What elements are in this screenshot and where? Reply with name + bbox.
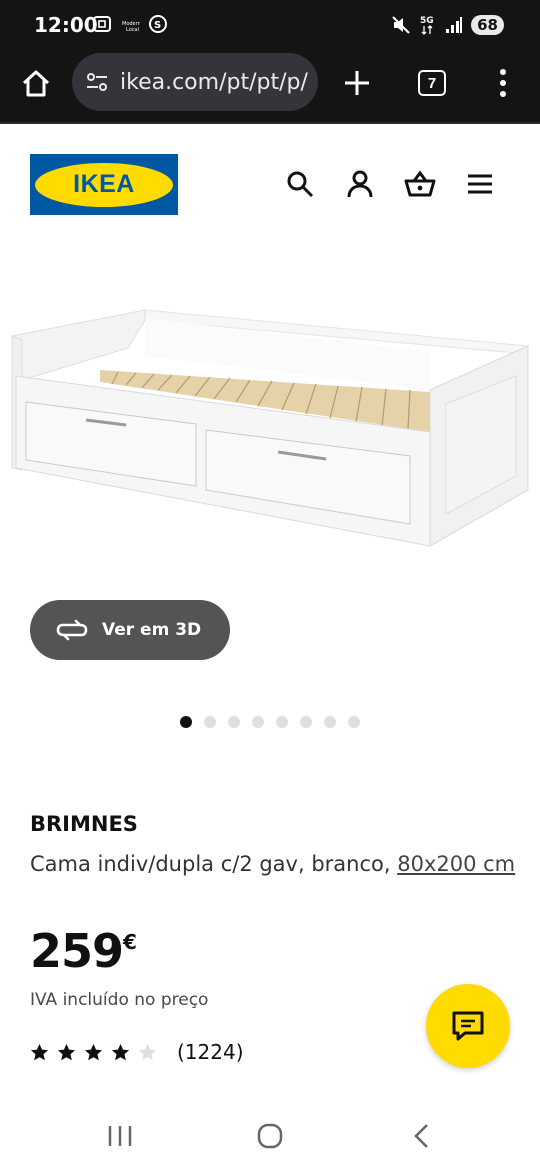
price-currency: € xyxy=(123,930,137,954)
account-icon[interactable] xyxy=(345,169,375,199)
address-bar[interactable]: ikea.com/pt/pt/p/ xyxy=(72,53,318,111)
product-rating[interactable]: (1224) xyxy=(30,1040,244,1064)
notification-icons: ModernoLocal S xyxy=(92,14,168,34)
chat-icon xyxy=(452,1011,484,1041)
carousel-dot[interactable] xyxy=(228,716,240,728)
rating-stars xyxy=(30,1043,157,1062)
browser-toolbar: ikea.com/pt/pt/p/ 7 xyxy=(0,50,540,124)
svg-text:Local: Local xyxy=(126,27,139,33)
price-value: 259 xyxy=(30,924,124,978)
home-nav-icon[interactable] xyxy=(256,1122,284,1150)
sync-icon: S xyxy=(149,15,167,33)
mute-icon xyxy=(392,16,410,34)
vat-note: IVA incluído no preço xyxy=(30,990,209,1010)
carousel-dot[interactable] xyxy=(276,716,288,728)
carousel-dot[interactable] xyxy=(204,716,216,728)
carousel-dot[interactable] xyxy=(180,716,192,728)
review-count: (1224) xyxy=(177,1040,244,1064)
recent-apps-icon[interactable] xyxy=(106,1124,134,1148)
site-header: IKEA xyxy=(0,124,540,244)
site-settings-icon[interactable] xyxy=(84,69,110,95)
carousel-dot[interactable] xyxy=(324,716,336,728)
product-size-link[interactable]: 80x200 cm xyxy=(397,852,515,876)
svg-text:S: S xyxy=(154,20,161,31)
ikea-logo-text: IKEA xyxy=(35,162,173,207)
svg-text:5G: 5G xyxy=(420,16,434,26)
status-time: 12:00 xyxy=(34,13,98,37)
carousel-dot[interactable] xyxy=(348,716,360,728)
product-description: Cama indiv/dupla c/2 gav, branco, 80x200… xyxy=(30,846,520,882)
battery-indicator: 68 xyxy=(471,15,504,35)
new-tab-icon[interactable] xyxy=(342,68,372,98)
ikea-logo[interactable]: IKEA xyxy=(30,154,178,215)
image-carousel-dots xyxy=(180,716,360,728)
star-filled-icon xyxy=(111,1043,130,1060)
star-filled-icon xyxy=(57,1043,76,1060)
menu-icon[interactable] xyxy=(466,169,494,199)
signal-icon xyxy=(446,17,463,33)
network-5g-icon: 5G xyxy=(420,16,434,35)
basket-icon[interactable] xyxy=(404,169,436,199)
more-menu-icon[interactable] xyxy=(492,67,514,99)
star-filled-icon xyxy=(84,1043,103,1060)
product-name: BRIMNES xyxy=(30,812,138,836)
star-filled-icon xyxy=(30,1043,49,1060)
home-icon[interactable] xyxy=(20,68,52,100)
search-icon[interactable] xyxy=(285,169,315,199)
screenshot-icon xyxy=(93,16,111,32)
product-image[interactable] xyxy=(0,300,540,560)
status-bar: 12:00 ModernoLocal S 5G 68 xyxy=(0,0,540,50)
star-empty-icon xyxy=(138,1043,157,1060)
product-price: 259 € xyxy=(30,924,137,978)
url-text: ikea.com/pt/pt/p/ xyxy=(120,69,308,95)
app-notification-icon: ModernoLocal xyxy=(122,21,140,33)
chat-button[interactable] xyxy=(426,984,510,1068)
back-nav-icon[interactable] xyxy=(410,1122,434,1150)
carousel-dot[interactable] xyxy=(300,716,312,728)
system-icons: 5G 68 xyxy=(391,14,504,36)
view-3d-button[interactable]: Ver em 3D xyxy=(30,600,230,660)
view-3d-label: Ver em 3D xyxy=(102,620,202,640)
rotate-3d-icon xyxy=(56,619,88,641)
tab-switcher-button[interactable]: 7 xyxy=(418,70,446,96)
product-description-text: Cama indiv/dupla c/2 gav, branco, xyxy=(30,852,398,876)
system-navigation-bar xyxy=(0,1100,540,1170)
carousel-dot[interactable] xyxy=(252,716,264,728)
